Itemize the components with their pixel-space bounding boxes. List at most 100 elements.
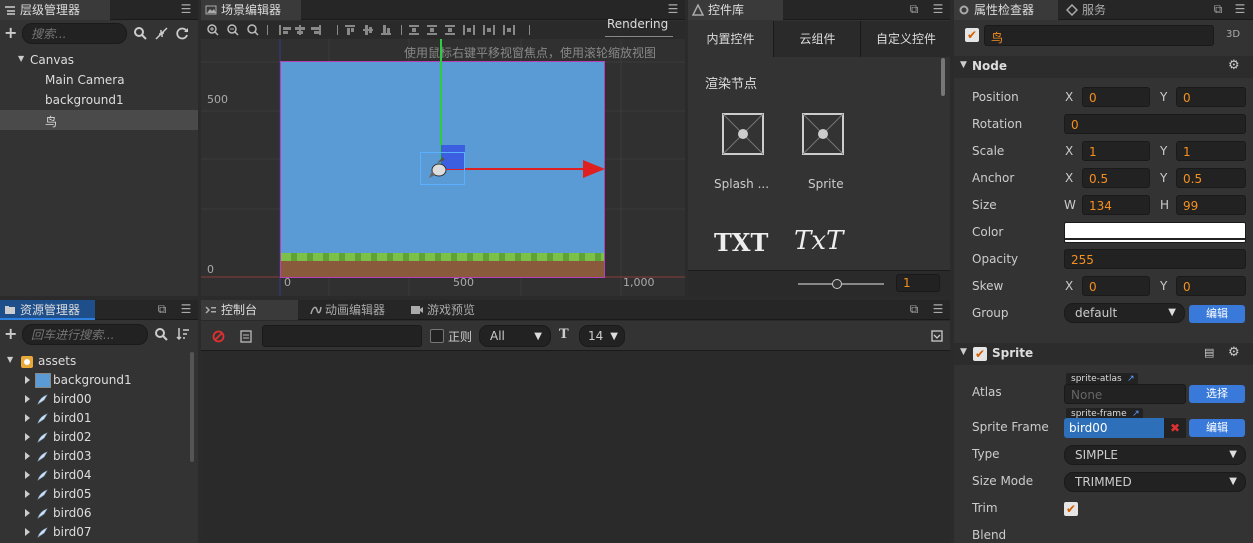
position-y-input[interactable]: 0 [1176, 87, 1246, 107]
skew-y-input[interactable]: 0 [1176, 276, 1246, 296]
skew-x-input[interactable]: 0 [1082, 276, 1150, 296]
search-input[interactable] [22, 23, 127, 44]
menu-icon[interactable]: ☰ [180, 303, 192, 315]
opacity-input[interactable]: 255 [1064, 249, 1246, 269]
size-h-input[interactable]: 99 [1176, 195, 1246, 215]
expand-arrow-icon[interactable] [25, 490, 30, 498]
list-item[interactable]: bird04 [0, 466, 190, 485]
tree-node[interactable]: Main Camera [0, 70, 198, 90]
expand-arrow-icon[interactable] [25, 433, 30, 441]
widget-label-txt[interactable]: TXT [714, 228, 768, 257]
list-item[interactable]: bird06 [0, 504, 190, 523]
tab-scene[interactable]: 场景编辑器 [201, 0, 301, 20]
tab-game-preview[interactable]: 游戏预览 [407, 300, 475, 320]
list-item[interactable]: bird05 [0, 485, 190, 504]
tab-animation[interactable]: 动画编辑器 [305, 300, 385, 320]
list-item[interactable]: bird02 [0, 428, 190, 447]
node-active-checkbox[interactable]: ✔ [965, 28, 979, 42]
sprite-frame-edit-button[interactable]: 编辑 [1189, 419, 1245, 437]
search-icon[interactable] [134, 27, 147, 40]
widgets-scrollbar[interactable] [941, 58, 945, 96]
menu-icon[interactable]: ☰ [932, 303, 944, 315]
clear-icon[interactable]: ✖ [1164, 418, 1186, 438]
expand-arrow-icon[interactable]: ▼ [18, 54, 24, 63]
zoom-slider-thumb[interactable] [832, 279, 842, 289]
list-item[interactable]: bird03 [0, 447, 190, 466]
sprite-section-header[interactable]: ▼ ✔ Sprite ▤ ⚙ [954, 343, 1253, 365]
log-level-select[interactable]: All ▼ [479, 325, 551, 347]
widget-sprite[interactable]: Sprite [798, 113, 858, 193]
subtab-custom[interactable]: 自定义控件 [862, 21, 950, 57]
atlas-select-button[interactable]: 选择 [1189, 385, 1245, 403]
trim-checkbox[interactable]: ✔ [1064, 502, 1078, 516]
console-output[interactable] [201, 352, 950, 543]
sprite-frame-input[interactable]: bird00 [1064, 418, 1164, 438]
gear-icon[interactable]: ⚙ [1228, 58, 1240, 73]
popout-icon[interactable]: ⧉ [908, 303, 920, 315]
menu-icon[interactable]: ☰ [667, 3, 679, 15]
scene-viewport[interactable]: 500 0 0 500 1,000 使用鼠标右键平移视窗焦点，使用滚轮缩放视图 [201, 39, 685, 296]
asset-root-row[interactable]: ▼ assets [0, 352, 190, 371]
size-mode-select[interactable]: TRIMMED ▼ [1064, 472, 1246, 492]
book-icon[interactable]: ▤ [1204, 346, 1214, 359]
scale-x-input[interactable]: 1 [1082, 141, 1150, 161]
font-size-select[interactable]: 14 ▼ [579, 325, 625, 347]
list-item[interactable]: background1 [0, 371, 190, 390]
sort-icon[interactable] [176, 327, 190, 341]
popout-icon[interactable]: ⧉ [908, 3, 920, 15]
tab-assets[interactable]: 资源管理器 [0, 300, 95, 320]
collapse-console-icon[interactable] [931, 330, 943, 342]
add-icon[interactable]: + [4, 23, 17, 42]
assets-scrollbar[interactable] [190, 352, 194, 462]
node-name-input[interactable]: 鸟 [984, 25, 1214, 46]
group-edit-button[interactable]: 编辑 [1189, 305, 1245, 323]
expand-arrow-icon[interactable] [25, 528, 30, 536]
popout-icon[interactable]: ⧉ [156, 303, 168, 315]
list-item[interactable]: bird00 [0, 390, 190, 409]
tab-hierarchy[interactable]: 层级管理器 [0, 0, 110, 20]
color-swatch[interactable] [1064, 222, 1246, 243]
anchor-x-input[interactable]: 0.5 [1082, 168, 1150, 188]
bird-sprite[interactable] [420, 152, 465, 185]
expand-arrow-icon[interactable] [25, 509, 30, 517]
align-toolbar-icons[interactable] [267, 23, 607, 37]
clear-console-icon[interactable] [212, 330, 225, 343]
gear-icon[interactable]: ⚙ [1228, 345, 1240, 360]
rendering-label[interactable]: Rendering [607, 17, 668, 31]
size-w-input[interactable]: 134 [1082, 195, 1150, 215]
log-file-icon[interactable] [240, 330, 252, 343]
refresh-icon[interactable] [176, 27, 189, 40]
collapse-icon[interactable] [155, 27, 168, 40]
tab-console[interactable]: 控制台 [201, 300, 298, 320]
zoom-in-icon[interactable] [207, 24, 219, 36]
search-input[interactable] [22, 324, 148, 345]
subtab-cloud[interactable]: 云组件 [775, 21, 861, 57]
group-select[interactable]: default ▼ [1064, 303, 1185, 323]
zoom-out-icon[interactable] [227, 24, 239, 36]
expand-arrow-icon[interactable] [25, 452, 30, 460]
node-section-header[interactable]: ▼ Node ⚙ [954, 56, 1253, 78]
tree-node[interactable]: 鸟 [0, 110, 198, 130]
zoom-reset-icon[interactable] [247, 24, 259, 36]
list-item[interactable]: bird01 [0, 409, 190, 428]
subtab-builtin[interactable]: 内置控件 [688, 21, 774, 57]
menu-icon[interactable]: ☰ [932, 3, 944, 15]
menu-icon[interactable]: ☰ [1234, 3, 1246, 15]
filter-input[interactable] [262, 325, 422, 347]
widget-splash[interactable]: Splash ... [710, 113, 770, 193]
tab-inspector[interactable]: 属性检查器 [954, 0, 1058, 20]
expand-arrow-icon[interactable] [25, 395, 30, 403]
tab-widgets[interactable]: 控件库 [688, 0, 783, 20]
scale-y-input[interactable]: 1 [1176, 141, 1246, 161]
widget-richtext-txt[interactable]: TxT [794, 226, 843, 256]
search-icon[interactable] [155, 328, 168, 341]
expand-arrow-icon[interactable] [25, 414, 30, 422]
zoom-value-input[interactable]: 1 [896, 274, 940, 292]
atlas-input[interactable]: None [1064, 384, 1186, 404]
position-x-input[interactable]: 0 [1082, 87, 1150, 107]
popout-icon[interactable]: ⧉ [1212, 3, 1224, 15]
anchor-y-input[interactable]: 0.5 [1176, 168, 1246, 188]
expand-arrow-icon[interactable] [25, 471, 30, 479]
expand-arrow-icon[interactable] [25, 376, 30, 384]
tree-node[interactable]: background1 [0, 90, 198, 110]
